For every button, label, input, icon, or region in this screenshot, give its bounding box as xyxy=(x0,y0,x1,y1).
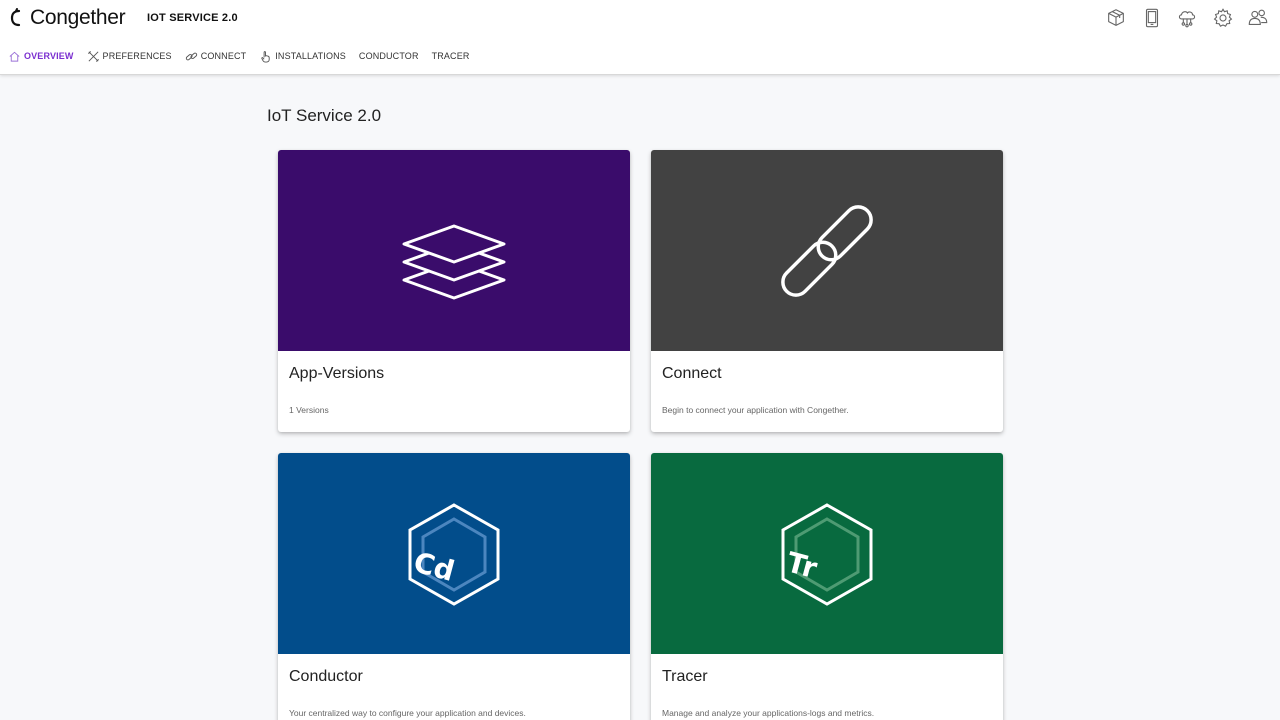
page-title: IoT Service 2.0 xyxy=(267,106,382,125)
link-icon xyxy=(185,52,197,60)
top-app-bar: Congether IOT SERVICE 2.0 OVERVIEW PREFE… xyxy=(0,0,1280,75)
nav-item-tracer[interactable]: TRACER xyxy=(432,51,470,61)
card-title: Conductor xyxy=(289,668,363,685)
cloud-network-icon[interactable] xyxy=(1175,6,1199,30)
tools-icon xyxy=(87,50,99,62)
card-description: Manage and analyze your applications-log… xyxy=(662,708,875,718)
gear-icon[interactable] xyxy=(1211,6,1235,30)
users-icon[interactable] xyxy=(1246,6,1270,30)
congether-logo-icon xyxy=(10,8,21,27)
card-title: App-Versions xyxy=(289,365,385,382)
brand-name: Congether xyxy=(30,6,126,29)
card-media: Cd xyxy=(278,453,630,654)
home-icon xyxy=(9,51,20,62)
link-icon xyxy=(781,204,873,297)
tablet-icon[interactable] xyxy=(1140,6,1164,30)
nav-item-label: CONDUCTOR xyxy=(358,51,419,61)
nav-item-conductor[interactable]: CONDUCTOR xyxy=(359,51,419,61)
tracer-symbol-text: Tr xyxy=(783,545,821,585)
top-icon-bar xyxy=(1093,6,1271,30)
nav-item-label: OVERVIEW xyxy=(24,51,74,61)
card-tracer[interactable]: Tr Tracer Manage and analyze your applic… xyxy=(651,453,1003,720)
main-nav: OVERVIEW PREFERENCES CONNECT INSTALLATIO… xyxy=(8,47,483,65)
nav-item-installations[interactable]: INSTALLATIONS xyxy=(259,50,346,63)
card-media xyxy=(651,150,1003,351)
service-title: IOT SERVICE 2.0 xyxy=(147,12,238,24)
layers-icon xyxy=(402,224,506,299)
card-media xyxy=(278,150,630,351)
package-icon[interactable] xyxy=(1104,6,1128,30)
card-description: Your centralized way to configure your a… xyxy=(289,708,526,718)
nav-item-label: INSTALLATIONS xyxy=(275,51,346,61)
card-title: Tracer xyxy=(662,668,708,685)
card-description: 1 Versions xyxy=(289,405,329,415)
nav-item-label: CONNECT xyxy=(200,51,247,61)
card-conductor[interactable]: Cd Conductor Your centralized way to con… xyxy=(278,453,630,720)
nav-item-preferences[interactable]: PREFERENCES xyxy=(87,50,172,63)
brand[interactable]: Congether xyxy=(8,5,126,31)
card-title: Connect xyxy=(662,365,722,382)
conductor-hexagon-icon: Cd xyxy=(408,502,500,606)
card-connect[interactable]: Connect Begin to connect your applicatio… xyxy=(651,150,1003,432)
tracer-hexagon-icon: Tr xyxy=(781,502,873,606)
nav-item-label: PREFERENCES xyxy=(102,51,172,61)
card-app-versions[interactable]: App-Versions 1 Versions xyxy=(278,150,630,432)
card-media: Tr xyxy=(651,453,1003,654)
hand-pointer-icon xyxy=(261,50,270,63)
card-description: Begin to connect your application with C… xyxy=(662,405,849,415)
nav-item-label: TRACER xyxy=(431,51,470,61)
nav-item-connect[interactable]: CONNECT xyxy=(185,50,247,63)
nav-item-overview[interactable]: OVERVIEW xyxy=(8,50,74,63)
